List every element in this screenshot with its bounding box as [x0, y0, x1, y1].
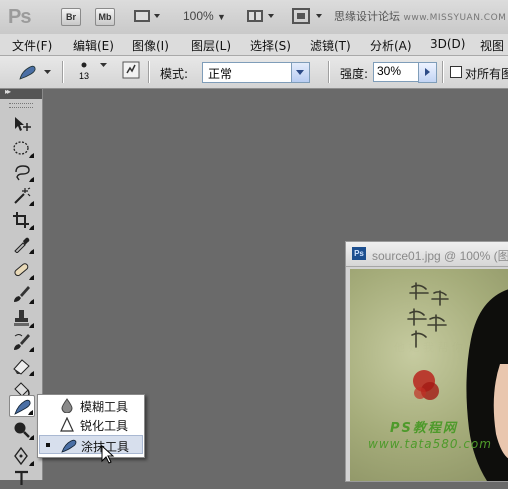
layout-icon	[247, 10, 274, 22]
site-url: www.MISSYUAN.COM	[403, 13, 507, 23]
mode-label: 模式:	[160, 67, 189, 81]
selected-bullet-icon	[46, 443, 50, 447]
mode-select[interactable]: 正常	[202, 62, 310, 83]
view-extras-button[interactable]	[133, 8, 160, 24]
tool-group-indicator	[29, 435, 34, 440]
mini-bridge-button[interactable]: Mb	[95, 8, 115, 26]
watermark-title: PS教程网	[390, 421, 458, 436]
bridge-button[interactable]: Br	[61, 8, 81, 26]
document-tab[interactable]: Ps source01.jpg @ 100% (图	[346, 242, 508, 267]
flyout-item-label: 模糊工具	[80, 400, 129, 414]
screen-mode-icon	[292, 8, 322, 24]
site-text: 思缘设计论坛	[334, 10, 400, 23]
menu-3d[interactable]: 3D(D)	[430, 37, 465, 51]
divider	[442, 61, 443, 83]
chevron-down-icon: ▼	[217, 12, 226, 22]
watermark-url: www.tata580.com	[368, 437, 492, 451]
menu-view[interactable]: 视图	[480, 37, 504, 54]
panel-grip[interactable]	[9, 103, 33, 108]
menu-edit[interactable]: 编辑(E)	[73, 37, 114, 54]
tool-brush[interactable]	[9, 283, 35, 305]
document-window[interactable]: Ps source01.jpg @ 100% (图 他 她 我 帮 你 PS教程…	[345, 241, 508, 482]
tool-clone-stamp[interactable]	[9, 307, 35, 329]
mode-value: 正常	[208, 67, 233, 81]
application-bar: Ps Br Mb 100% ▼ 思缘设计论坛 www.MISSYUAN.COM	[0, 0, 508, 35]
brush-preset-picker[interactable]: 13	[76, 59, 112, 85]
tool-group-indicator	[29, 323, 34, 328]
menu-bar: 文件(F) 编辑(E) 图像(I) 图层(L) 选择(S) 滤镜(T) 分析(A…	[0, 34, 508, 56]
tool-healing-brush[interactable]	[9, 259, 35, 281]
flyout-item-sharpen[interactable]: 锐化工具	[39, 415, 143, 434]
sample-all-layers-checkbox[interactable]	[450, 66, 462, 78]
tool-group-indicator	[29, 461, 34, 466]
options-bar: 13 模式: 正常 强度: 30% 对所有图	[0, 56, 508, 89]
tools-panel-header[interactable]	[0, 87, 42, 99]
menu-image[interactable]: 图像(I)	[132, 37, 169, 54]
tool-magic-wand[interactable]	[9, 185, 35, 207]
tool-group-indicator	[29, 153, 34, 158]
menu-file[interactable]: 文件(F)	[12, 37, 52, 54]
tool-group-indicator	[29, 177, 34, 182]
mouse-cursor-icon	[101, 445, 115, 464]
menu-analysis[interactable]: 分析(A)	[370, 37, 412, 54]
tool-pen[interactable]	[9, 445, 35, 467]
brush-size: 13	[79, 71, 90, 81]
tool-crop[interactable]	[9, 209, 35, 231]
zoom-level[interactable]: 100% ▼	[183, 9, 226, 23]
brush-panel-toggle[interactable]	[122, 61, 140, 82]
tool-dodge[interactable]	[9, 419, 35, 441]
smudge-icon	[19, 65, 51, 80]
blur-icon	[61, 398, 73, 413]
sample-all-layers-label: 对所有图	[465, 67, 508, 81]
strength-slider-button[interactable]	[418, 62, 437, 83]
calligraphy-text: 他 她 我 帮 你	[394, 339, 463, 355]
flyout-item-blur[interactable]: 模糊工具	[39, 396, 143, 415]
divider	[62, 61, 63, 83]
site-watermark: 思缘设计论坛 www.MISSYUAN.COM	[334, 8, 506, 24]
brush-panel-icon	[122, 61, 140, 79]
tool-preset-picker[interactable]	[14, 61, 54, 86]
tool-eraser[interactable]	[9, 355, 35, 377]
tool-smudge[interactable]	[9, 395, 35, 417]
arrange-documents-button[interactable]	[246, 8, 274, 24]
type-icon	[15, 470, 28, 485]
move-icon	[15, 117, 31, 131]
menu-filter[interactable]: 滤镜(T)	[310, 37, 351, 54]
tool-group-indicator	[29, 275, 34, 280]
tool-eyedropper[interactable]	[9, 233, 35, 255]
tool-group-indicator	[29, 299, 34, 304]
flyout-item-label: 锐化工具	[80, 419, 129, 433]
tool-group-indicator	[29, 249, 34, 254]
tool-type[interactable]	[9, 467, 35, 489]
tool-group-indicator	[28, 410, 33, 415]
tool-group-indicator	[29, 201, 34, 206]
tool-group-indicator	[29, 371, 34, 376]
tool-lasso[interactable]	[9, 161, 35, 183]
tool-history-brush[interactable]	[9, 331, 35, 353]
strength-label: 强度:	[340, 67, 369, 81]
strength-input[interactable]: 30%	[373, 62, 422, 82]
tool-marquee[interactable]	[9, 137, 35, 159]
tool-group-indicator	[29, 347, 34, 352]
screen-mode-button[interactable]	[292, 8, 322, 24]
tool-group-indicator	[29, 225, 34, 230]
zoom-value: 100%	[183, 9, 214, 23]
smudge-icon	[61, 439, 77, 453]
canvas-image[interactable]: 他 她 我 帮 你 PS教程网 www.tata580.com	[350, 269, 508, 481]
document-title: source01.jpg @ 100% (图	[372, 249, 508, 263]
menu-layer[interactable]: 图层(L)	[191, 37, 231, 54]
tool-move[interactable]	[9, 113, 35, 135]
divider	[328, 61, 329, 83]
divider	[148, 61, 149, 83]
flyout-item-smudge[interactable]: 涂抹工具	[39, 435, 143, 454]
tool-flyout-menu: 模糊工具 锐化工具 涂抹工具	[37, 394, 145, 458]
photoshop-logo: Ps	[8, 6, 31, 28]
document-icon: Ps	[352, 247, 366, 260]
film-icon	[134, 10, 160, 22]
sharpen-icon	[60, 417, 74, 432]
menu-select[interactable]: 选择(S)	[250, 37, 291, 54]
chevron-down-icon	[291, 63, 309, 82]
